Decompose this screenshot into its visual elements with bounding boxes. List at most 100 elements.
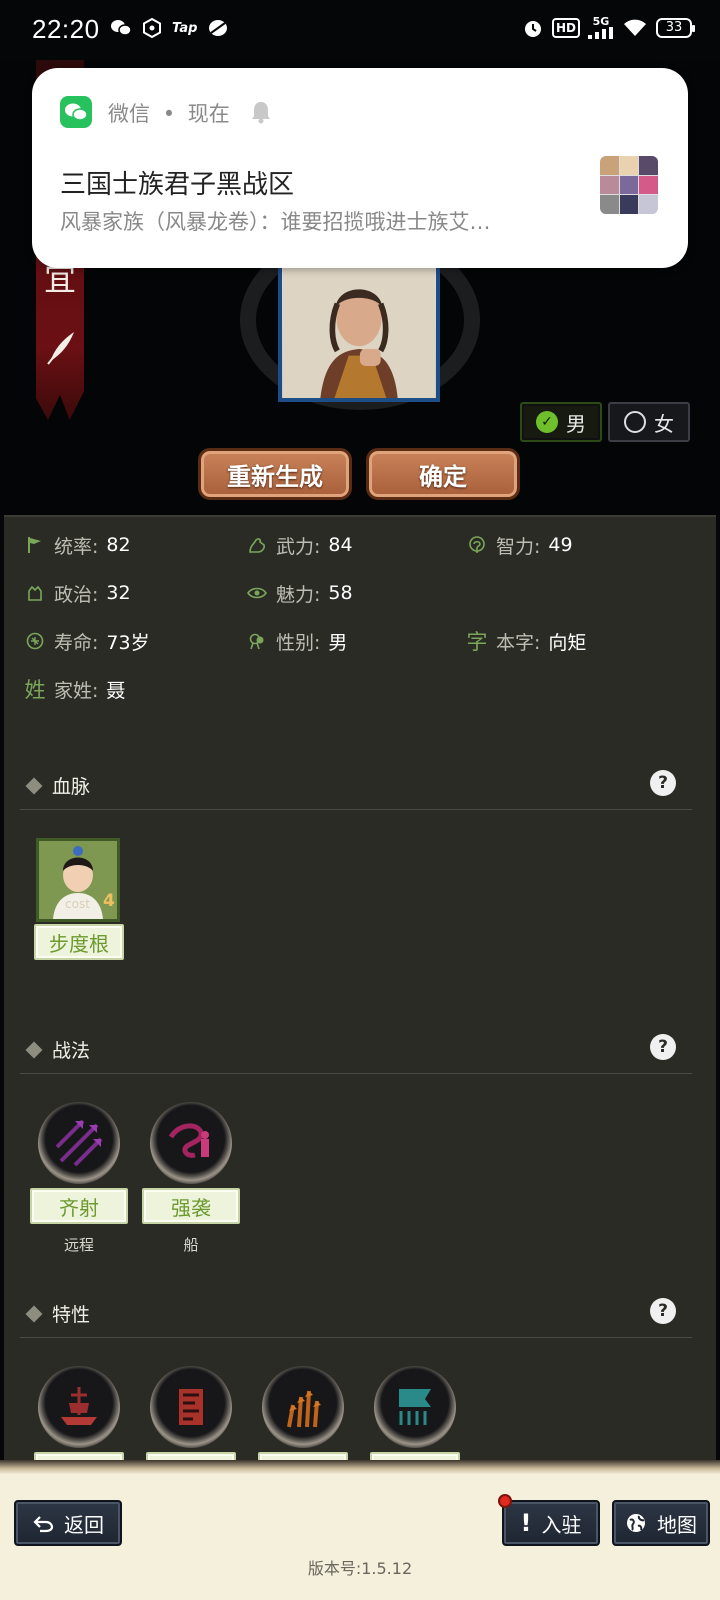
stat-politics: 政治: 32 — [24, 578, 131, 608]
radio-empty-icon — [624, 411, 646, 433]
character-portrait[interactable] — [278, 262, 440, 402]
stat-label: 寿命: — [54, 631, 99, 654]
wechat-notification[interactable]: 微信 • 现在 三国士族君子黑战区 风暴家族（风暴龙卷）：谁要招揽哦进士族艾… — [32, 68, 688, 268]
back-button[interactable]: 返回 — [14, 1500, 122, 1546]
hexagon-icon — [143, 18, 161, 38]
trait-helm-icon[interactable] — [38, 1366, 120, 1448]
arm-icon — [246, 534, 268, 556]
trait-drill-icon[interactable] — [262, 1366, 344, 1448]
back-label: 返回 — [64, 1512, 104, 1537]
tactic-name[interactable]: 齐射 — [30, 1188, 128, 1224]
gender-female-option[interactable]: 女 — [608, 402, 690, 442]
settle-button[interactable]: ! 入驻 — [502, 1500, 600, 1546]
stat-value: 49 — [548, 534, 573, 556]
bottom-divider — [0, 1460, 720, 1474]
stat-gender: 性别: 男 — [246, 626, 347, 656]
stat-value: 向矩 — [548, 631, 587, 654]
brain-icon — [466, 534, 488, 556]
stat-label: 武力: — [276, 535, 321, 558]
status-bar: 22:20 Tap HD 5G 33 — [0, 0, 720, 60]
tactic-name[interactable]: 强袭 — [142, 1188, 240, 1224]
stat-label: 本字: — [496, 631, 541, 654]
leaf-icon — [209, 20, 228, 36]
gender-male-option[interactable]: ✓ 男 — [520, 402, 602, 442]
section-title: 特性 — [52, 1304, 91, 1326]
system-icons: HD 5G 33 — [522, 16, 695, 39]
signal-5g-icon: 5G — [588, 16, 614, 39]
stat-label: 性别: — [276, 631, 321, 654]
stat-label: 政治: — [54, 583, 99, 606]
section-tactics: 战法 ? — [20, 1026, 692, 1074]
tactic-volley-icon[interactable] — [38, 1102, 120, 1184]
flag-icon — [24, 534, 46, 556]
surname-icon: 姓 — [24, 678, 46, 702]
stat-value: 82 — [106, 534, 131, 556]
regenerate-button[interactable]: 重新生成 — [198, 448, 352, 500]
cost-label: cost — [65, 897, 90, 911]
stat-label: 家姓: — [54, 679, 99, 702]
eye-icon — [246, 582, 268, 604]
alarm-icon — [524, 20, 541, 37]
info-panel — [4, 515, 716, 1490]
back-arrow-icon — [33, 1516, 54, 1533]
settle-label: 入驻 — [541, 1512, 582, 1537]
help-icon[interactable]: ? — [650, 1298, 676, 1324]
stat-value: 84 — [328, 534, 353, 556]
stat-lifespan: 寿命: 73岁 — [24, 626, 150, 656]
assault-icon — [168, 1123, 209, 1158]
feather-icon[interactable] — [44, 330, 76, 366]
notification-app-name: 微信 — [108, 102, 150, 126]
help-icon[interactable]: ? — [650, 770, 676, 796]
stat-value: 32 — [106, 582, 131, 604]
stat-label: 统率: — [54, 535, 99, 558]
diamond-icon — [25, 1041, 43, 1059]
help-icon[interactable]: ? — [650, 1034, 676, 1060]
tactic-type: 船 — [183, 1236, 199, 1254]
bloodline-portrait[interactable]: cost 4 — [36, 838, 120, 922]
stat-courtesy-name: 字 本字: 向矩 — [466, 626, 587, 656]
bloodline-name-tag[interactable]: 步度根 — [34, 924, 124, 960]
section-bloodline: 血脉 ? — [20, 762, 692, 810]
group-avatar — [600, 156, 658, 214]
wifi-icon — [624, 19, 646, 36]
clock: 22:20 — [32, 14, 100, 44]
trait-reckless-icon[interactable] — [150, 1366, 232, 1448]
gender-icon — [246, 630, 268, 652]
zi-icon: 字 — [466, 630, 488, 654]
notification-time: 现在 — [187, 102, 230, 126]
battery-icon: 33 — [656, 17, 695, 38]
confirm-button[interactable]: 确定 — [366, 448, 520, 500]
exclamation-icon: ! — [520, 1509, 532, 1537]
cost-value: 4 — [103, 891, 115, 911]
diamond-icon — [25, 1305, 43, 1323]
stat-leadership: 统率: 82 — [24, 530, 131, 560]
hat-icon — [24, 582, 46, 604]
portrait-image — [282, 266, 436, 398]
stat-intelligence: 智力: 49 — [466, 530, 573, 560]
stat-value: 男 — [328, 631, 348, 654]
notification-body: 风暴家族（风暴龙卷）：谁要招揽哦进士族艾… — [60, 210, 491, 234]
network-label: 5G — [592, 15, 610, 28]
notification-separator: • — [162, 102, 176, 126]
longevity-icon — [24, 630, 46, 652]
signal-bars-icon — [588, 27, 613, 39]
stat-label: 智力: — [496, 535, 541, 558]
stat-value: 聂 — [106, 679, 126, 702]
bell-icon — [252, 102, 270, 124]
map-button[interactable]: 地图 — [612, 1500, 710, 1546]
tap-icon: Tap — [172, 20, 198, 36]
stat-force: 武力: 84 — [246, 530, 353, 560]
section-title: 血脉 — [52, 776, 91, 798]
tactic-assault-icon[interactable] — [150, 1102, 232, 1184]
wechat-app-icon — [60, 96, 92, 128]
wechat-icon — [111, 20, 132, 36]
ship-icon — [61, 1387, 97, 1425]
notification-icons: Tap — [110, 18, 229, 38]
stat-surname: 姓 家姓: 聂 — [24, 674, 126, 704]
version-label: 版本号:1.5.12 — [307, 1559, 413, 1578]
stat-charisma: 魅力: 58 — [246, 578, 353, 608]
notification-app-line: 微信 • 现在 — [108, 98, 230, 128]
trait-mobilize-icon[interactable] — [374, 1366, 456, 1448]
gender-female-label: 女 — [654, 411, 674, 436]
rush-icon — [179, 1389, 203, 1425]
